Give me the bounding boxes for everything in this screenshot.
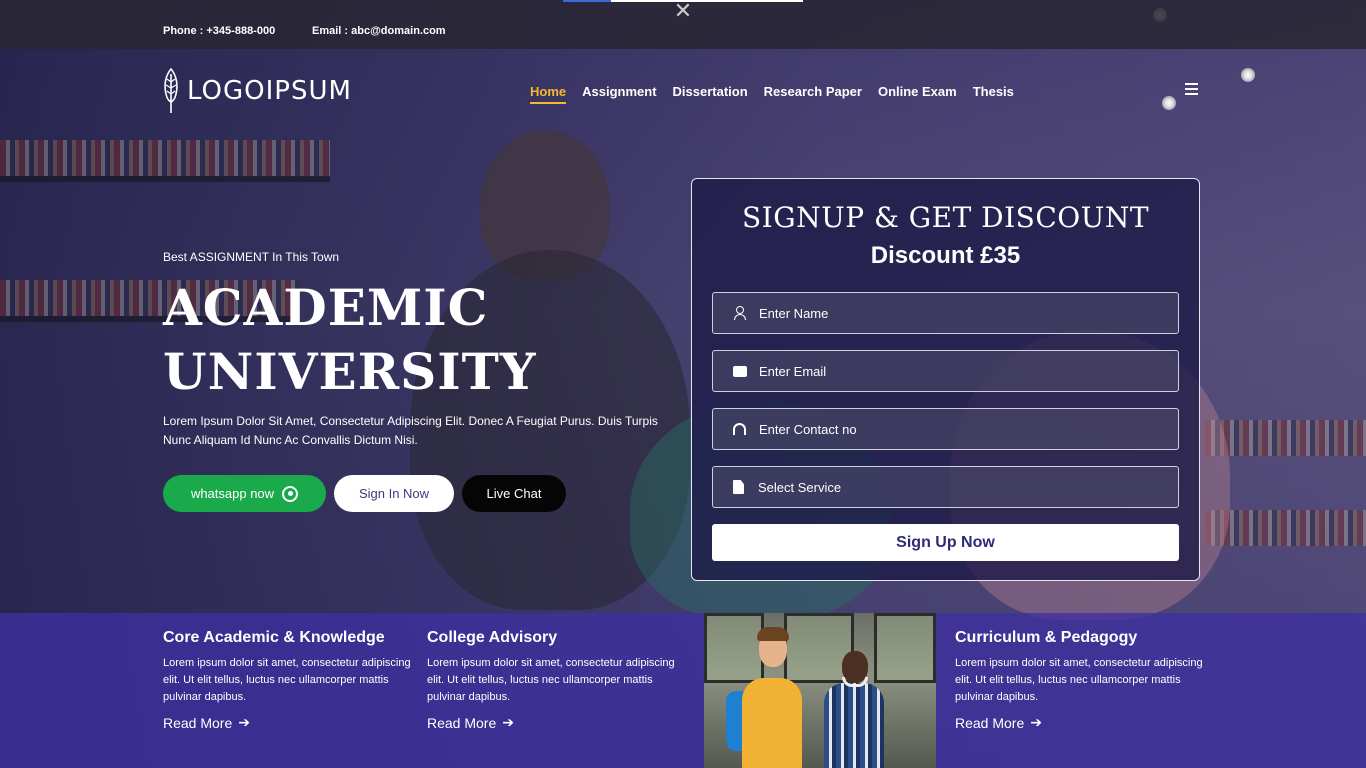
shelf [0, 176, 330, 182]
user-icon [733, 306, 746, 320]
hero-tagline: Best ASSIGNMENT In This Town [163, 250, 340, 264]
nav-research-paper[interactable]: Research Paper [764, 84, 862, 104]
bookshelf-row [1205, 420, 1366, 456]
arrow-right-icon: ➔ [502, 714, 514, 730]
feature-card: Core Academic & Knowledge Lorem ipsum do… [163, 629, 413, 733]
discount-text: Discount £35 [870, 242, 1021, 269]
whatsapp-button[interactable]: whatsapp now [163, 475, 326, 512]
ceiling-lamp [1241, 68, 1255, 82]
hero-title-line1: ACADEMIC [163, 278, 489, 337]
logo-text: LOGOIPSUM [187, 76, 352, 106]
features-strip: Core Academic & Knowledge Lorem ipsum do… [0, 613, 1366, 768]
live-chat-button[interactable]: Live Chat [462, 475, 566, 512]
students-photo [704, 613, 936, 768]
nav-home[interactable]: Home [530, 84, 567, 104]
contact-placeholder: Enter Contact no [759, 421, 857, 437]
sign-in-button[interactable]: Sign In Now [334, 475, 454, 512]
arrow-right-icon: ➔ [1030, 714, 1042, 730]
read-more-label: Read More [427, 714, 497, 731]
service-select[interactable]: Select Service [712, 466, 1179, 508]
email-info: Email : abc@domain.com [312, 25, 446, 37]
name-field[interactable]: Enter Name [712, 292, 1179, 334]
window-pane [874, 613, 936, 683]
read-more-link[interactable]: Read More ➔ [163, 714, 250, 731]
feature-card: College Advisory Lorem ipsum dolor sit a… [427, 629, 677, 733]
feature-title: Core Academic & Knowledge [163, 629, 385, 646]
nav-online-exam[interactable]: Online Exam [878, 84, 957, 104]
whatsapp-icon [282, 485, 299, 502]
student-figure [824, 683, 884, 768]
progress-fill [563, 0, 611, 2]
read-more-label: Read More [955, 714, 1025, 731]
close-icon[interactable]: ✕ [672, 0, 694, 24]
window-pane [704, 613, 764, 683]
email-field[interactable]: Enter Email [712, 350, 1179, 392]
arrow-right-icon: ➔ [238, 714, 250, 730]
student-hair [757, 627, 789, 641]
signup-title: SIGNUP & GET DISCOUNT [742, 201, 1149, 234]
feather-logo-icon [164, 68, 178, 113]
headset-icon [733, 423, 746, 435]
sign-up-button[interactable]: Sign Up Now [712, 524, 1179, 561]
nav-assignment[interactable]: Assignment [582, 84, 656, 104]
hamburger-menu-icon[interactable] [1185, 83, 1198, 98]
service-placeholder: Select Service [758, 479, 842, 495]
whatsapp-button-label: whatsapp now [190, 486, 275, 501]
contact-field[interactable]: Enter Contact no [712, 408, 1179, 450]
hero-title-line2: UNIVERSITY [163, 342, 537, 401]
feature-text: Lorem ipsum dolor sit amet, consectetur … [955, 657, 1203, 703]
read-more-label: Read More [163, 714, 233, 731]
mail-icon [733, 365, 747, 377]
feature-title: Curriculum & Pedagogy [955, 629, 1138, 646]
name-placeholder: Enter Name [759, 305, 829, 321]
read-more-link[interactable]: Read More ➔ [427, 714, 514, 731]
read-more-link[interactable]: Read More ➔ [955, 714, 1042, 731]
document-icon [733, 480, 744, 494]
top-contact-bar: Phone : +345-888-000 Email : abc@domain.… [0, 0, 1366, 49]
bookshelf-row [0, 140, 330, 176]
hero-description: Lorem Ipsum Dolor Sit Amet, Consectetur … [163, 414, 658, 447]
hero-title: ACADEMIC UNIVERSITY [163, 276, 663, 404]
nav-thesis[interactable]: Thesis [973, 84, 1014, 104]
main-nav: Home Assignment Dissertation Research Pa… [530, 84, 1014, 104]
feature-title: College Advisory [427, 629, 558, 646]
feature-card: Curriculum & Pedagogy Lorem ipsum dolor … [955, 629, 1205, 733]
feature-text: Lorem ipsum dolor sit amet, consectetur … [427, 657, 675, 703]
nav-dissertation[interactable]: Dissertation [673, 84, 748, 104]
feature-text: Lorem ipsum dolor sit amet, consectetur … [163, 657, 411, 703]
signup-form: SIGNUP & GET DISCOUNT Discount £35 Enter… [691, 178, 1200, 581]
phone-info: Phone : +345-888-000 [163, 25, 276, 37]
ceiling-lamp [1162, 96, 1176, 110]
email-placeholder: Enter Email [759, 363, 827, 379]
student-figure [742, 678, 802, 768]
site-logo[interactable]: LOGOIPSUM [163, 68, 352, 114]
